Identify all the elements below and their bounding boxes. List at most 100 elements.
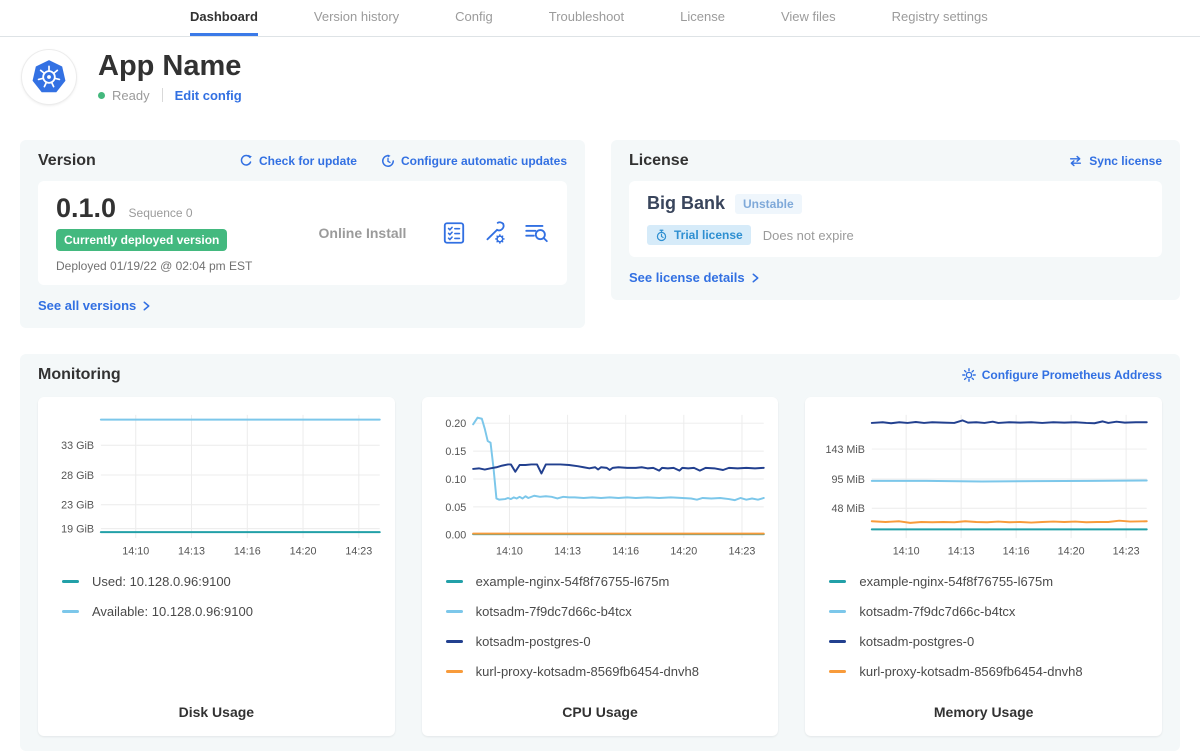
refresh-icon [239,154,253,168]
configure-automatic-updates-link[interactable]: Configure automatic updates [381,154,567,168]
config-tools-icon[interactable] [482,220,508,246]
legend-item: kotsadm-postgres-0 [446,634,767,649]
tab-config[interactable]: Config [455,0,493,36]
preflight-checks-icon[interactable] [441,220,467,246]
svg-text:14:10: 14:10 [893,546,920,558]
monitoring-title: Monitoring [38,366,121,384]
svg-text:14:20: 14:20 [290,546,317,558]
view-logs-icon[interactable] [523,220,549,246]
app-title: App Name [98,51,242,83]
legend-label: kurl-proxy-kotsadm-8569fb6454-dnvh8 [859,664,1082,679]
legend-label: Used: 10.128.0.96:9100 [92,574,231,589]
license-card: License Sync license Big Bank Unstable [611,140,1180,300]
app-status: Ready [112,88,150,103]
configure-prometheus-link[interactable]: Configure Prometheus Address [962,368,1162,382]
legend-label: kurl-proxy-kotsadm-8569fb6454-dnvh8 [476,664,699,679]
chart-card-cpu-usage: 14:1014:1314:1614:2014:230.200.150.100.0… [422,397,779,736]
deployed-timestamp: Deployed 01/19/22 @ 02:04 pm EST [56,259,284,273]
legend-label: example-nginx-54f8f76755-l675m [859,574,1053,589]
legend-item: Available: 10.128.0.96:9100 [62,604,383,619]
tab-troubleshoot[interactable]: Troubleshoot [549,0,624,36]
license-panel: Big Bank Unstable Trial license Does not… [629,181,1162,257]
legend-item: kotsadm-postgres-0 [829,634,1150,649]
legend-swatch [446,580,463,583]
svg-text:0.00: 0.00 [445,530,466,542]
current-version-panel: 0.1.0 Sequence 0 Currently deployed vers… [38,181,567,285]
legend-label: kotsadm-7f9dc7d66c-b4tcx [859,604,1015,619]
license-card-title: License [629,152,689,170]
monitoring-card: Monitoring Configure Prometheus Address … [20,354,1180,751]
svg-text:14:13: 14:13 [178,546,205,558]
svg-text:19 GiB: 19 GiB [61,523,94,535]
legend-label: kotsadm-7f9dc7d66c-b4tcx [476,604,632,619]
app-logo [22,50,76,104]
legend-swatch [62,610,79,613]
sync-license-link[interactable]: Sync license [1068,154,1162,168]
check-for-update-link[interactable]: Check for update [239,154,357,168]
svg-text:14:23: 14:23 [1113,546,1140,558]
svg-text:23 GiB: 23 GiB [61,500,94,512]
chart-title: Disk Usage [50,694,383,720]
disk-usage-legend: Used: 10.128.0.96:9100 Available: 10.128.… [62,574,383,634]
legend-item: kotsadm-7f9dc7d66c-b4tcx [446,604,767,619]
cpu-usage-legend: example-nginx-54f8f76755-l675mkotsadm-7f… [446,574,767,694]
tab-dashboard[interactable]: Dashboard [190,0,258,36]
svg-text:14:16: 14:16 [234,546,261,558]
chevron-right-icon [751,272,760,284]
svg-text:14:20: 14:20 [670,546,697,558]
legend-swatch [829,610,846,613]
edit-config-link[interactable]: Edit config [175,88,242,103]
channel-badge: Unstable [735,194,802,214]
tab-registry-settings[interactable]: Registry settings [892,0,988,36]
tab-license[interactable]: License [680,0,725,36]
charts-row: 14:10 14:13 14:16 14:20 14:23 33 GiB 28 GiB 23 … [38,397,1162,736]
customer-name: Big Bank [647,193,725,214]
legend-item: Used: 10.128.0.96:9100 [62,574,383,589]
svg-text:14:20: 14:20 [1058,546,1085,558]
summary-row: Version Check for update Configure au [20,140,1180,328]
sync-icon [1068,154,1083,168]
see-all-versions-link[interactable]: See all versions [38,298,151,313]
svg-text:33 GiB: 33 GiB [61,440,94,452]
legend-item: example-nginx-54f8f76755-l675m [829,574,1150,589]
disk-usage-plot: 14:1014:1314:1614:2014:2333 GiB28 GiB23 … [50,407,383,562]
svg-text:0.15: 0.15 [445,446,466,458]
legend-swatch [446,670,463,673]
svg-text:28 GiB: 28 GiB [61,470,94,482]
svg-text:14:13: 14:13 [948,546,975,558]
legend-item: kotsadm-7f9dc7d66c-b4tcx [829,604,1150,619]
svg-text:0.10: 0.10 [445,474,466,486]
see-license-details-link[interactable]: See license details [629,270,760,285]
cpu-usage-plot: 14:1014:1314:1614:2014:230.200.150.100.0… [434,407,767,562]
tab-version-history[interactable]: Version history [314,0,399,36]
version-number: 0.1.0 [56,193,116,223]
deployed-badge: Currently deployed version [56,229,227,251]
chart-card-disk-usage: 14:1014:1314:1614:2014:2333 GiB28 GiB23 … [38,397,395,736]
legend-swatch [62,580,79,583]
svg-text:0.05: 0.05 [445,502,466,514]
chevron-right-icon [142,300,151,312]
version-card: Version Check for update Configure au [20,140,585,328]
svg-text:0.20: 0.20 [445,418,466,430]
svg-text:143 MiB: 143 MiB [826,444,865,456]
tab-view-files[interactable]: View files [781,0,836,36]
divider [162,88,163,102]
kubernetes-icon [31,59,67,95]
svg-text:14:16: 14:16 [1003,546,1030,558]
schedule-updates-icon [381,154,395,168]
legend-swatch [829,580,846,583]
legend-item: kurl-proxy-kotsadm-8569fb6454-dnvh8 [829,664,1150,679]
svg-text:14:16: 14:16 [612,546,639,558]
legend-swatch [446,610,463,613]
legend-swatch [829,640,846,643]
status-dot-icon [98,92,105,99]
top-nav: Dashboard Version history Config Troublesho… [0,0,1200,37]
svg-text:14:10: 14:10 [122,546,149,558]
svg-text:14:10: 14:10 [496,546,523,558]
memory-usage-legend: example-nginx-54f8f76755-l675m kotsadm-7f… [829,574,1150,694]
legend-label: kotsadm-postgres-0 [476,634,591,649]
gear-icon [962,368,976,382]
app-header: App Name Ready Edit config [0,37,1200,104]
trial-license-badge: Trial license [647,225,751,245]
svg-text:48 MiB: 48 MiB [832,503,865,515]
